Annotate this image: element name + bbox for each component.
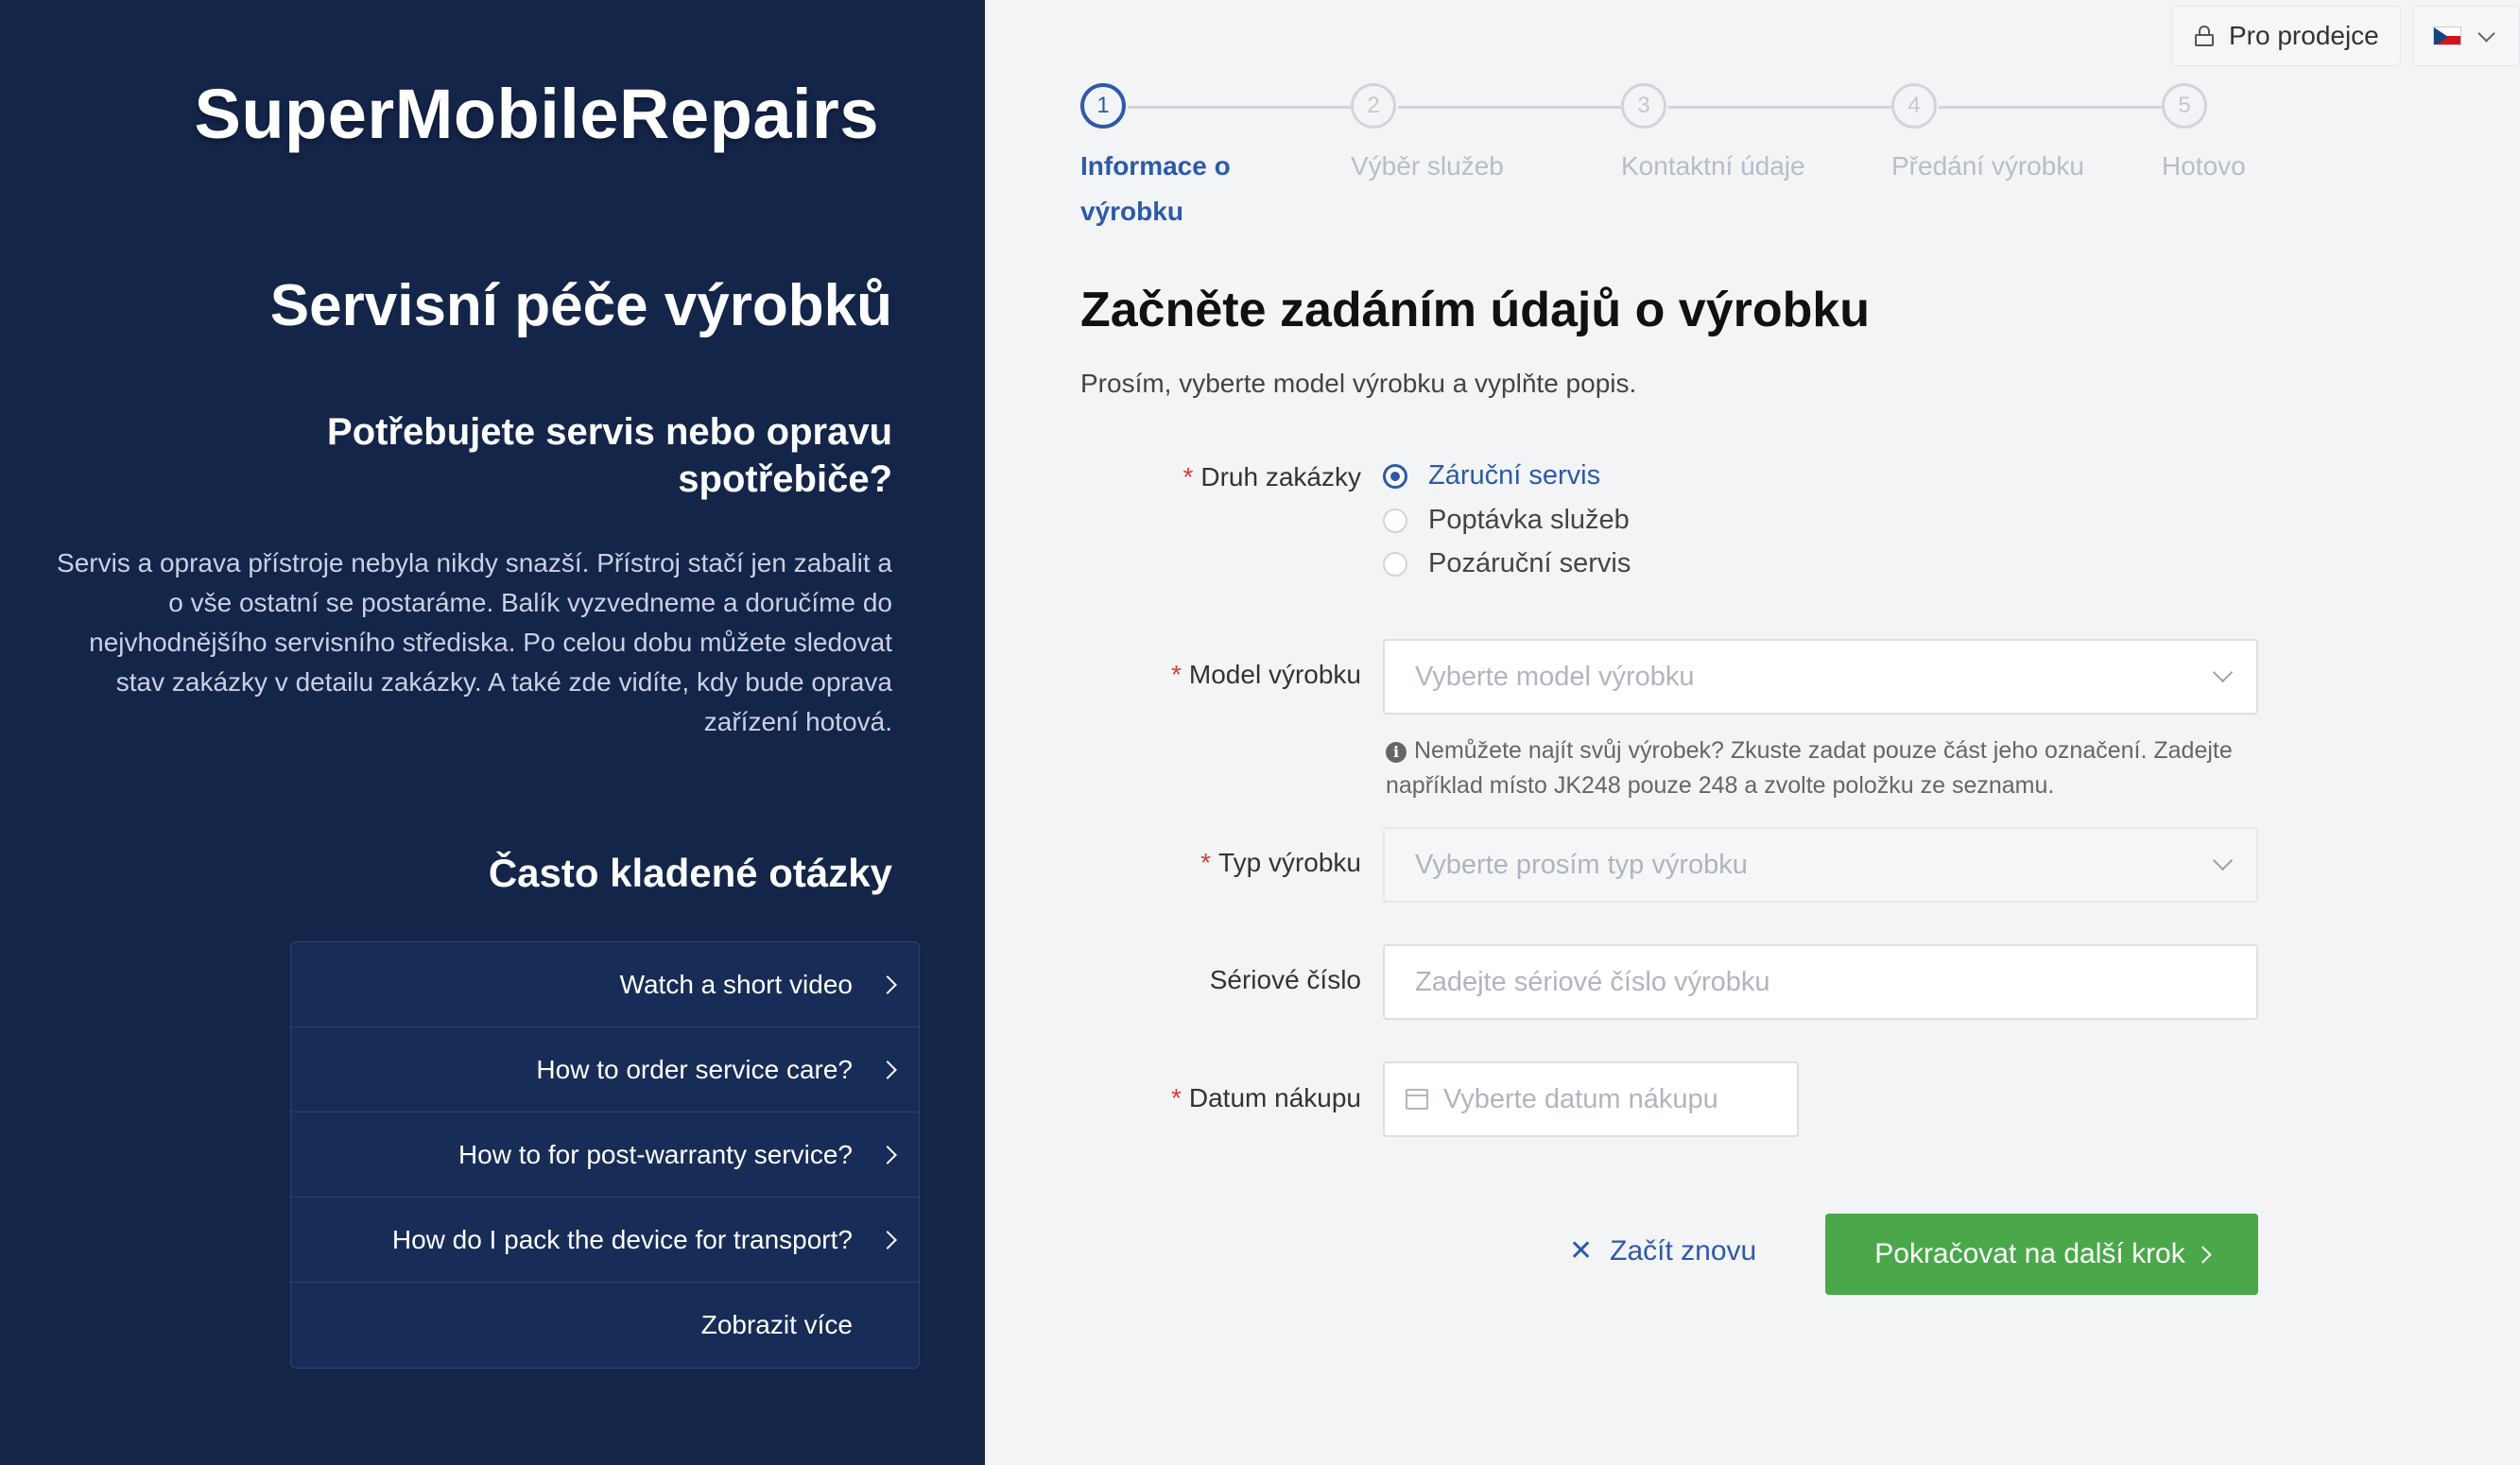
next-step-button[interactable]: Pokračovat na další krok (1825, 1214, 2258, 1295)
panel-intro: Servis a oprava přístroje nebyla nikdy s… (57, 548, 892, 736)
radio-warranty-service[interactable]: Záruční servis (1383, 460, 1600, 491)
faq-title: Často kladené otázky (488, 851, 892, 895)
faq-item-label: Watch a short video (619, 969, 853, 999)
purchase-date-picker[interactable]: Vyberte datum nákupu (1383, 1061, 1799, 1137)
required-mark: * (1171, 660, 1182, 689)
order-type-label: * Druh zakázky (1182, 462, 1361, 492)
radio-button[interactable] (1383, 463, 1407, 489)
chevron-right-icon (878, 1145, 897, 1164)
chevron-down-icon (2212, 662, 2234, 683)
panel-title: Servisní péče výrobků (269, 273, 892, 338)
chevron-right-icon (2194, 1245, 2212, 1264)
radio-label: Poptávka služeb (1428, 505, 1630, 535)
serial-number-input[interactable]: Zadejte sériové číslo výrobku (1383, 944, 2258, 1020)
info-icon: i (1386, 742, 1407, 763)
model-select[interactable]: Vyberte model výrobku (1383, 639, 2258, 715)
step-connector (1939, 106, 2162, 109)
type-label: * Typ výrobku (1200, 848, 1361, 878)
faq-item-post-warranty[interactable]: How to for post-warranty service? (291, 1112, 919, 1198)
info-panel: SuperMobileRepairs Servisní péče výrobků… (0, 0, 985, 1465)
step-connector (1128, 106, 1351, 109)
dealer-login-button[interactable]: Pro prodejce (2171, 6, 2401, 66)
step-3: 3 Kontaktní údaje (1621, 83, 1805, 181)
step-2: 2 Výběr služeb (1351, 83, 1504, 181)
step-label: Hotovo (2162, 151, 2246, 181)
radio-button[interactable] (1383, 551, 1407, 577)
hint-text: Nemůžete najít svůj výrobek? Zkuste zada… (1386, 737, 2233, 799)
czech-flag-icon (2433, 26, 2461, 45)
faq-item-label: Zobrazit více (700, 1310, 853, 1339)
step-label: Informace o výrobku (1080, 151, 1231, 226)
faq-item-label: How to order service care? (536, 1054, 853, 1084)
step-number: 2 (1351, 83, 1396, 129)
form-subtitle: Prosím, vyberte model výrobku a vyplňte … (1080, 369, 1637, 398)
required-mark: * (1200, 848, 1212, 877)
chevron-right-icon (878, 1060, 897, 1079)
step-number: 5 (2162, 83, 2207, 129)
step-number: 4 (1891, 83, 1937, 129)
label-text: Typ výrobku (1218, 848, 1361, 877)
label-text: Sériové číslo (1209, 965, 1361, 994)
step-connector (1668, 106, 1891, 109)
step-connector (1398, 106, 1621, 109)
type-select[interactable]: Vyberte prosím typ výrobku (1383, 827, 2258, 903)
next-label: Pokračovat na další krok (1874, 1238, 2185, 1269)
dealer-label: Pro prodejce (2229, 21, 2379, 50)
language-select[interactable] (2413, 6, 2520, 66)
faq-item-video[interactable]: Watch a short video (291, 942, 919, 1027)
faq-item-label: How do I pack the device for transport? (391, 1224, 853, 1254)
restart-button[interactable]: ✕ Začít znovu (1569, 1234, 1756, 1267)
label-text: Druh zakázky (1200, 462, 1361, 491)
serial-label: Sériové číslo (1210, 965, 1361, 995)
faq-show-more[interactable]: Zobrazit více (291, 1283, 919, 1368)
radio-post-warranty-service[interactable]: Pozáruční servis (1383, 548, 1631, 579)
required-mark: * (1182, 462, 1194, 491)
restart-label: Začít znovu (1610, 1234, 1757, 1267)
faq-item-label: How to for post-warranty service? (457, 1139, 853, 1169)
panel-subtitle: Potřebujete servis nebo opravu spotřebič… (327, 411, 892, 500)
label-text: Model výrobku (1188, 660, 1361, 689)
progress-stepper: 1 Informace o výrobku 2 Výběr služeb 3 K… (1080, 83, 2252, 244)
label-text: Datum nákupu (1188, 1083, 1361, 1112)
step-label: Výběr služeb (1351, 151, 1504, 181)
radio-button[interactable] (1383, 508, 1407, 533)
step-label: Kontaktní údaje (1621, 151, 1805, 181)
faq-list: Watch a short video How to order service… (290, 941, 920, 1369)
radio-service-inquiry[interactable]: Poptávka služeb (1383, 505, 1630, 536)
type-placeholder: Vyberte prosím typ výrobku (1415, 849, 1748, 880)
radio-label: Záruční servis (1428, 460, 1601, 491)
step-label: Předání výrobku (1891, 151, 2084, 181)
model-label: * Model výrobku (1171, 660, 1361, 690)
step-5: 5 Hotovo (2162, 83, 2246, 181)
chevron-down-icon (2477, 24, 2495, 43)
brand-logo[interactable]: SuperMobileRepairs (194, 74, 879, 154)
step-number: 1 (1080, 83, 1126, 129)
chevron-right-icon (878, 974, 897, 994)
chevron-right-icon (878, 1230, 897, 1250)
lock-icon (2195, 26, 2214, 46)
chevron-down-icon (2212, 850, 2234, 871)
model-placeholder: Vyberte model výrobku (1415, 661, 1695, 692)
model-hint: i Nemůžete najít svůj výrobek? Zkuste zad… (1386, 733, 2274, 803)
step-number: 3 (1621, 83, 1666, 129)
faq-item-order[interactable]: How to order service care? (291, 1027, 919, 1112)
faq-item-packing[interactable]: How do I pack the device for transport? (291, 1198, 919, 1283)
calendar-icon (1406, 1089, 1428, 1110)
step-4: 4 Předání výrobku (1891, 83, 2084, 181)
radio-label: Pozáruční servis (1428, 548, 1631, 578)
date-placeholder: Vyberte datum nákupu (1443, 1083, 1718, 1114)
form-title: Začněte zadáním údajů o výrobku (1080, 283, 1871, 337)
close-icon: ✕ (1569, 1235, 1594, 1267)
serial-placeholder: Zadejte sériové číslo výrobku (1415, 966, 1770, 997)
purchase-date-label: * Datum nákupu (1171, 1083, 1361, 1113)
required-mark: * (1170, 1083, 1182, 1112)
step-1: 1 Informace o výrobku (1080, 83, 1231, 226)
